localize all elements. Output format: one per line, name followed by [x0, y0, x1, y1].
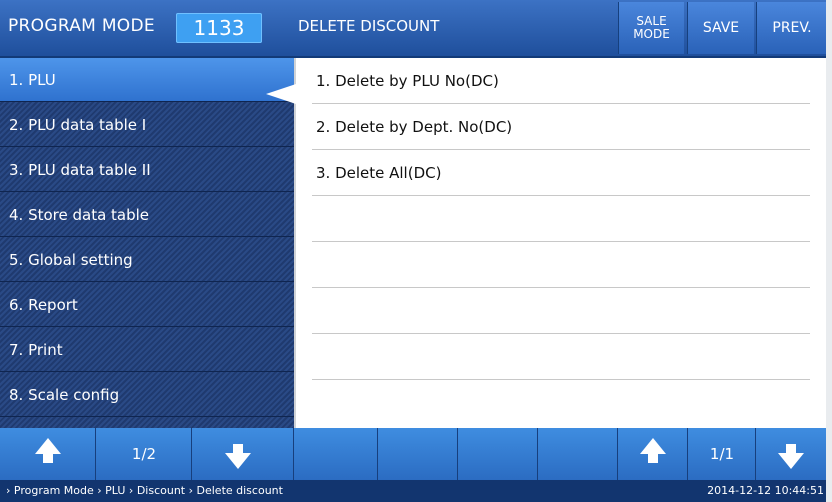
sale-mode-label-line2: MODE — [633, 27, 670, 41]
sale-mode-button[interactable]: SALE MODE — [618, 2, 684, 54]
arrow-up-icon-stem — [648, 454, 658, 463]
sidebar-menu: 1. PLU 2. PLU data table I 3. PLU data t… — [0, 58, 294, 428]
program-code: 1133 — [176, 13, 262, 43]
sidebar-page-indicator: 1/2 — [96, 428, 192, 480]
list-page-number: 1/1 — [709, 445, 735, 463]
submenu-item-empty — [312, 196, 810, 242]
breadcrumb: › Program Mode › PLU › Discount › Delete… — [6, 484, 283, 497]
function-key-2[interactable] — [378, 428, 458, 480]
arrow-down-icon — [225, 453, 251, 469]
arrow-down-icon — [778, 453, 804, 469]
submenu-item-delete-by-dept[interactable]: 2. Delete by Dept. No(DC) — [312, 104, 810, 150]
sidebar-item-scale-config[interactable]: 8. Scale config — [0, 373, 294, 417]
arrow-up-icon — [640, 438, 666, 454]
sidebar-item-global-setting[interactable]: 5. Global setting — [0, 238, 294, 282]
status-bar: › Program Mode › PLU › Discount › Delete… — [0, 480, 826, 502]
pager-bar: 1/2 1/1 — [0, 428, 826, 480]
sidebar-item-store-data-table[interactable]: 4. Store data table — [0, 193, 294, 237]
submenu-list: 1. Delete by PLU No(DC) 2. Delete by Dep… — [296, 58, 826, 428]
sidebar-page-up-button[interactable] — [0, 428, 96, 480]
sidebar-item-plu-data-table-2[interactable]: 3. PLU data table II — [0, 148, 294, 192]
prev-button[interactable]: PREV. — [756, 2, 827, 54]
function-key-1[interactable] — [294, 428, 378, 480]
submenu-item-empty — [312, 288, 810, 334]
submenu-item-empty — [312, 242, 810, 288]
list-page-up-button[interactable] — [618, 428, 688, 480]
header-bar: PROGRAM MODE 1133 DELETE DISCOUNT SALE M… — [0, 0, 827, 58]
arrow-up-icon — [35, 438, 61, 454]
screen: PROGRAM MODE 1133 DELETE DISCOUNT SALE M… — [0, 0, 832, 502]
function-key-4[interactable] — [538, 428, 618, 480]
submenu-item-delete-all[interactable]: 3. Delete All(DC) — [312, 150, 810, 196]
arrow-down-icon-stem — [786, 444, 796, 453]
sidebar-item-print[interactable]: 7. Print — [0, 328, 294, 372]
sidebar-page-number: 1/2 — [131, 445, 157, 463]
function-key-3[interactable] — [458, 428, 538, 480]
sidebar-item-plu-data-table-1[interactable]: 2. PLU data table I — [0, 103, 294, 147]
submenu-item-empty — [312, 334, 810, 380]
sidebar-page-down-button[interactable] — [192, 428, 294, 480]
edge-strip — [826, 0, 832, 502]
save-button[interactable]: SAVE — [687, 2, 754, 54]
sidebar-item-plu[interactable]: 1. PLU — [0, 58, 294, 102]
list-page-down-button[interactable] — [756, 428, 826, 480]
active-pointer-icon — [266, 84, 296, 104]
arrow-up-icon-stem — [43, 454, 53, 463]
mode-title: PROGRAM MODE — [8, 16, 155, 36]
screen-title: DELETE DISCOUNT — [298, 17, 440, 35]
datetime: 2014-12-12 10:44:51 — [707, 484, 824, 497]
arrow-down-icon-stem — [233, 444, 243, 453]
sidebar-item-report[interactable]: 6. Report — [0, 283, 294, 327]
submenu-item-delete-by-plu[interactable]: 1. Delete by PLU No(DC) — [312, 58, 810, 104]
list-page-indicator: 1/1 — [688, 428, 756, 480]
